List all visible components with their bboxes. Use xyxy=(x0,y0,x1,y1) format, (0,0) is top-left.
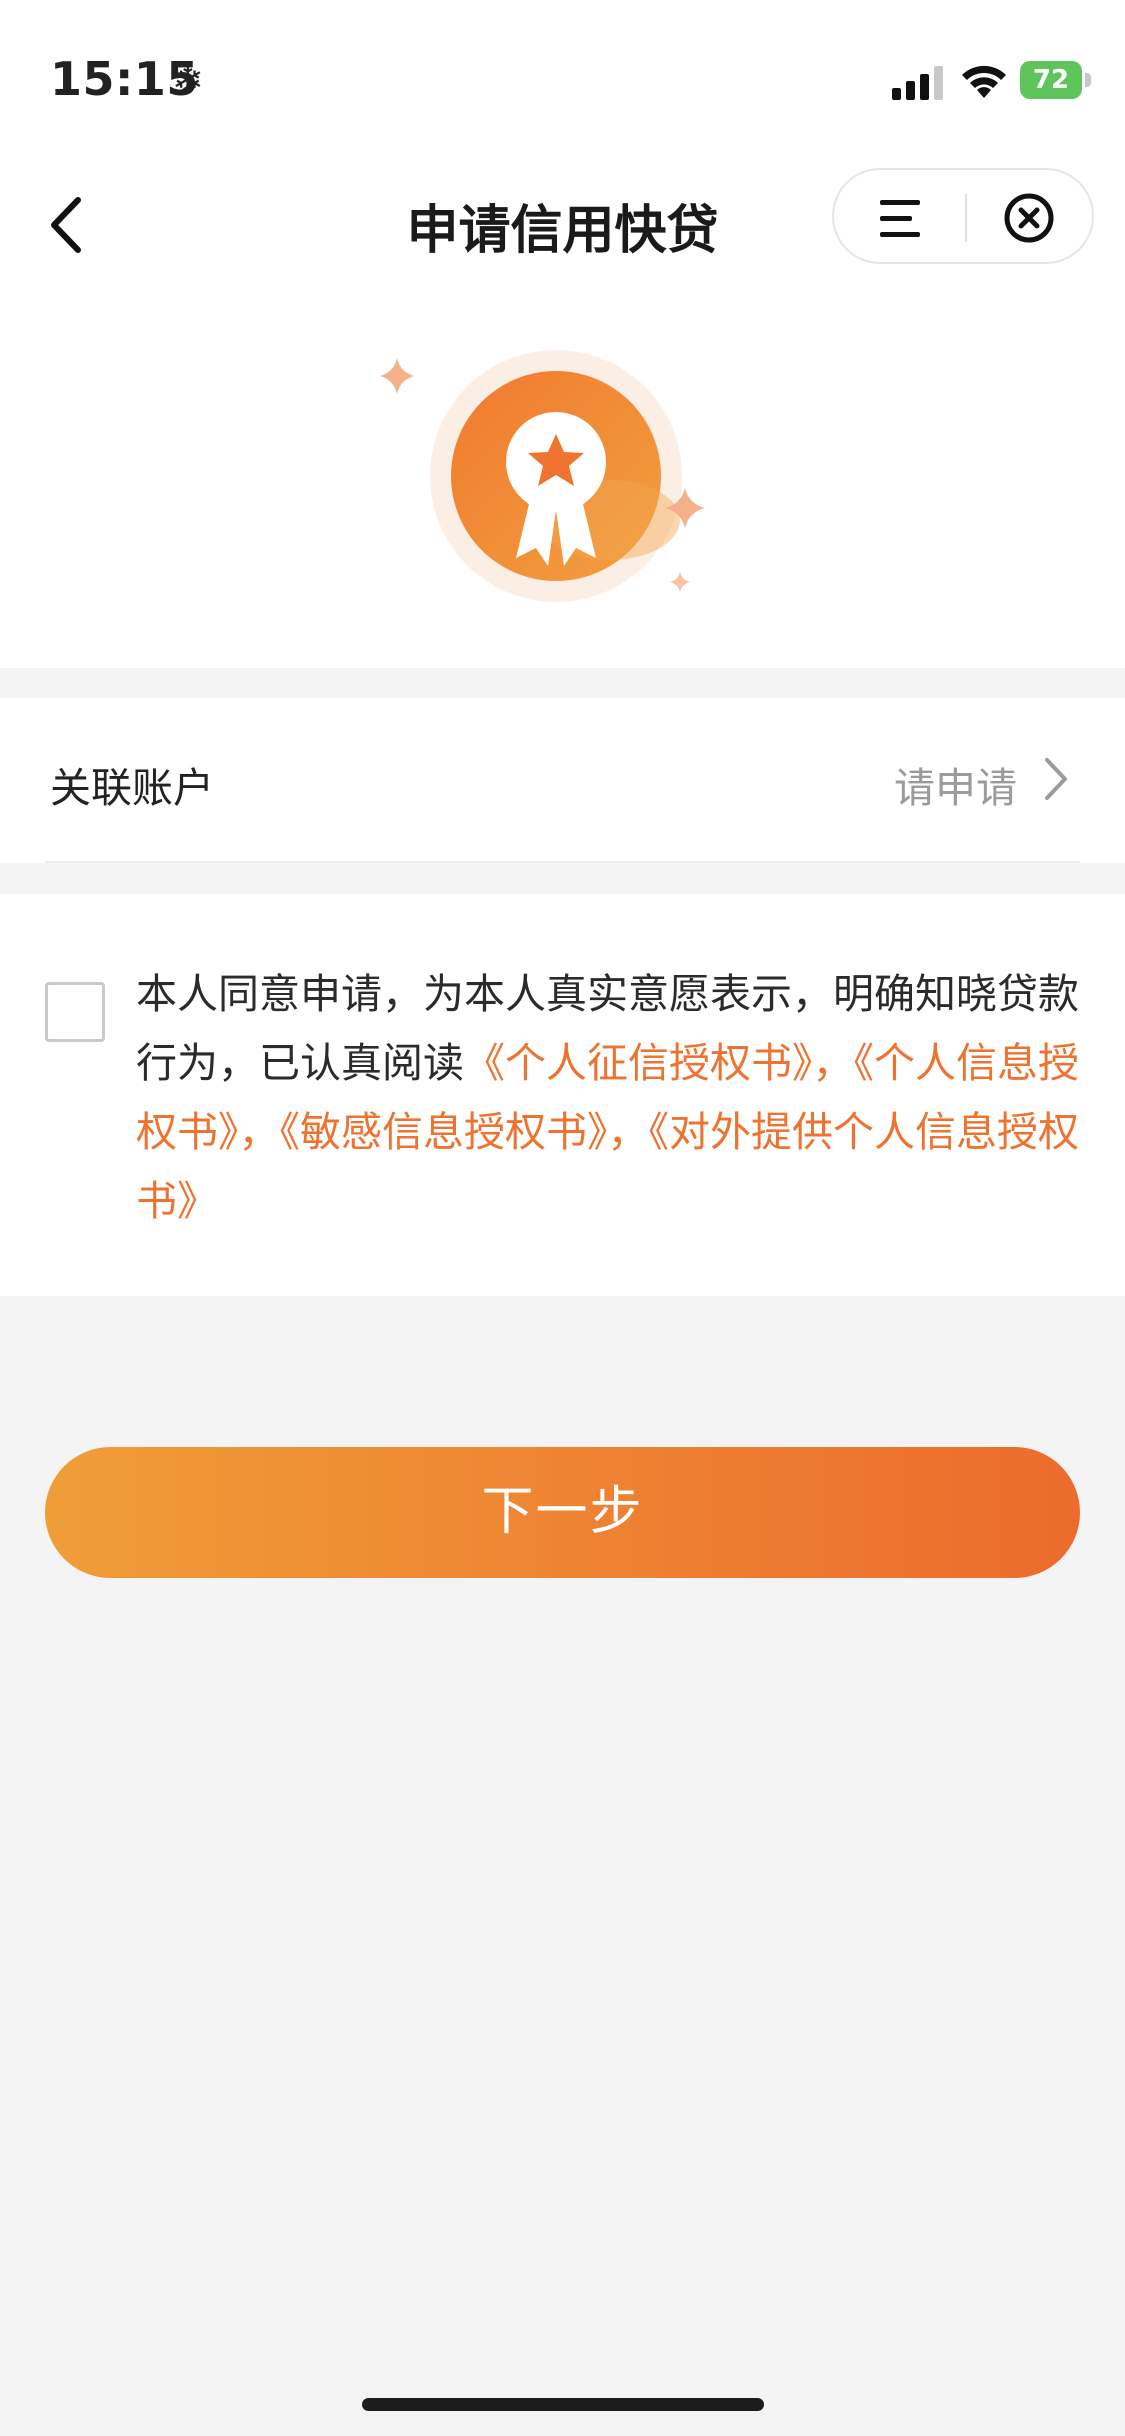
next-button[interactable]: 下一步 xyxy=(45,1447,1080,1578)
mini-program-capsule xyxy=(832,168,1094,264)
menu-icon[interactable] xyxy=(862,188,942,248)
close-circle-icon[interactable] xyxy=(994,184,1064,252)
link-credit-authorization[interactable]: 《个人征信授权书》 xyxy=(464,1039,813,1087)
battery-level: 72 xyxy=(1032,65,1070,95)
account-value: 请申请 xyxy=(894,764,1017,812)
app-page: 15:15 ❄ 72 申请信用快贷 关联账户 请申请 本人同意申请，为本人真实意… xyxy=(0,0,1125,2436)
capsule-divider xyxy=(965,194,967,242)
battery-indicator: 72 xyxy=(1020,61,1082,99)
status-bar: 15:15 ❄ 72 xyxy=(0,0,1125,160)
account-label: 关联账户 xyxy=(50,764,214,812)
agreement-text: 本人同意申请，为本人真实意愿表示，明确知晓贷款行为，已认真阅读《个人征信授权书》… xyxy=(136,960,1096,1236)
agreement-section: 本人同意申请，为本人真实意愿表示，明确知晓贷款行为，已认真阅读《个人征信授权书》… xyxy=(0,894,1125,1296)
snowflake-icon: ❄ xyxy=(172,58,204,102)
agreement-checkbox[interactable] xyxy=(45,982,105,1042)
battery-tip xyxy=(1085,73,1091,87)
home-indicator xyxy=(362,2398,764,2411)
link-sensitive-info-authorization[interactable]: 《敏感信息授权书》 xyxy=(280,1108,608,1156)
wifi-icon xyxy=(962,65,1006,98)
chevron-right-icon xyxy=(1045,758,1067,800)
hero-section xyxy=(0,290,1125,668)
award-badge-icon xyxy=(380,350,705,602)
row-divider xyxy=(45,861,1080,863)
nav-bar: 申请信用快贷 xyxy=(0,160,1125,290)
link-separator: ， xyxy=(812,1039,854,1087)
linked-account-row[interactable]: 关联账户 请申请 xyxy=(0,698,1125,863)
link-separator: ， xyxy=(238,1108,280,1156)
cellular-signal-icon xyxy=(892,66,943,100)
link-separator: ， xyxy=(607,1108,649,1156)
